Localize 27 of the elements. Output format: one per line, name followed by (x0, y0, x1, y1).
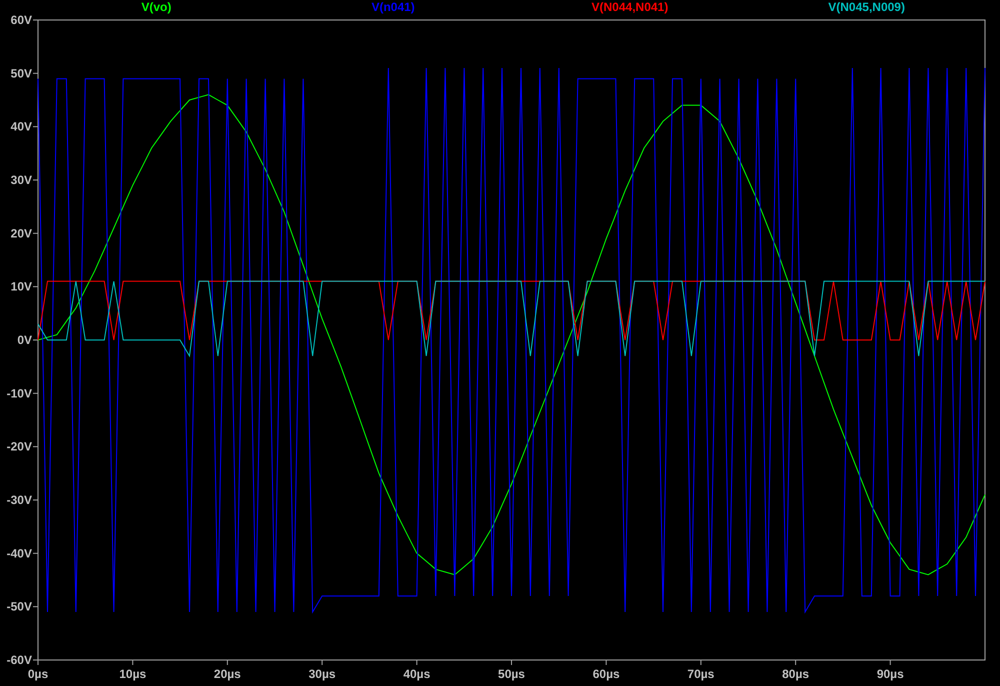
tick-label: 40V (10, 120, 32, 134)
tick-label: 20V (10, 226, 32, 240)
trace-name: V(N044,N041) (592, 0, 668, 14)
tick-label: 80µs (782, 667, 810, 681)
tick-label: -50V (6, 600, 32, 614)
tick-label: 60µs (592, 667, 620, 681)
tick-label: -30V (6, 493, 32, 507)
tick-label: -20V (6, 440, 32, 454)
tick-label: 60V (10, 14, 32, 27)
tick-label: 20µs (214, 667, 241, 681)
trace-name: V(vo) (141, 0, 172, 14)
tick-label: 40µs (403, 667, 430, 681)
tick-label: -60V (6, 653, 32, 667)
tick-label: 50V (10, 66, 32, 80)
tick-label: 0µs (28, 667, 48, 681)
tick-label: 50µs (498, 667, 525, 681)
tick-label: -10V (6, 386, 32, 400)
tick-label: 10V (10, 280, 32, 294)
trace-name: V(N045,N009) (828, 0, 905, 14)
tick-label: 30V (10, 173, 32, 187)
tick-label: 30µs (308, 667, 336, 681)
tick-label: 0V (17, 333, 32, 347)
tick-label: 70µs (687, 667, 714, 681)
trace-name: V(n041) (371, 0, 415, 14)
tick-label: 10µs (119, 667, 146, 681)
tick-label: -40V (6, 546, 32, 560)
tick-label: 90µs (876, 667, 904, 681)
